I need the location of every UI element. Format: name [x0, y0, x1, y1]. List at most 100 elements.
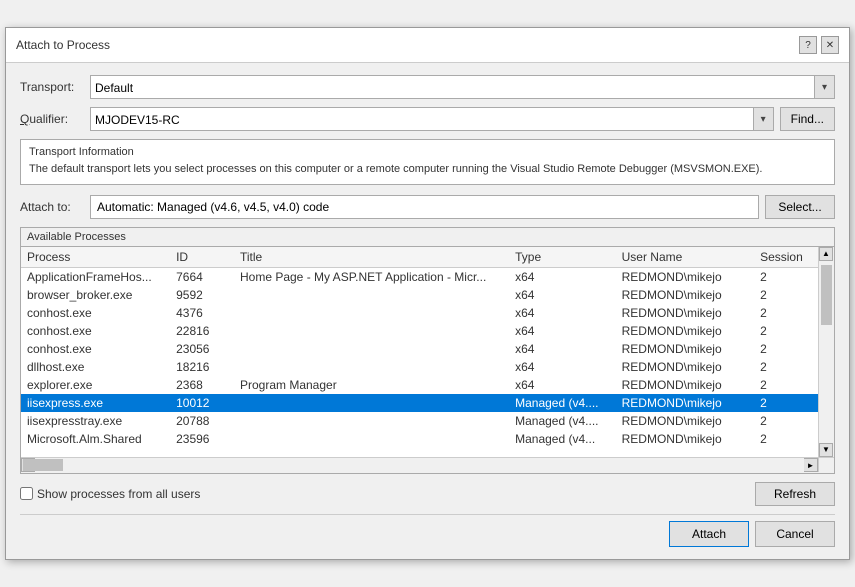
- cancel-button[interactable]: Cancel: [755, 521, 835, 547]
- process-cell: explorer.exe: [21, 376, 170, 394]
- table-row[interactable]: conhost.exe22816x64REDMOND\mikejo2: [21, 322, 818, 340]
- id-cell: 7664: [170, 267, 234, 286]
- process-cell: conhost.exe: [21, 322, 170, 340]
- col-header-title: Title: [234, 247, 509, 268]
- process-cell: iisexpresstray.exe: [21, 412, 170, 430]
- table-row[interactable]: dllhost.exe18216x64REDMOND\mikejo2: [21, 358, 818, 376]
- dialog-content: Transport: Default Qualifier: MJODEV15-R…: [6, 63, 849, 558]
- attach-to-row: Attach to: Select...: [20, 195, 835, 219]
- attach-to-process-dialog: Attach to Process ? ✕ Transport: Default…: [5, 27, 850, 559]
- process-cell: ApplicationFrameHos...: [21, 267, 170, 286]
- available-processes-title: Available Processes: [21, 228, 834, 247]
- col-header-username: User Name: [616, 247, 754, 268]
- table-row[interactable]: explorer.exe2368Program Managerx64REDMON…: [21, 376, 818, 394]
- qualifier-dropdown-arrow[interactable]: [753, 108, 773, 130]
- session-cell: 2: [754, 394, 818, 412]
- attach-to-input[interactable]: [90, 195, 759, 219]
- table-row[interactable]: ApplicationFrameHos...7664Home Page - My…: [21, 267, 818, 286]
- hscroll-thumb[interactable]: [23, 459, 63, 471]
- username-cell: REDMOND\mikejo: [616, 376, 754, 394]
- username-cell: REDMOND\mikejo: [616, 267, 754, 286]
- type-cell: Managed (v4....: [509, 412, 616, 430]
- type-cell: Managed (v4....: [509, 394, 616, 412]
- username-cell: REDMOND\mikejo: [616, 430, 754, 448]
- id-cell: 9592: [170, 286, 234, 304]
- session-cell: 2: [754, 340, 818, 358]
- title-cell: [234, 340, 509, 358]
- table-row[interactable]: Microsoft.Alm.Shared23596 Managed (v4...R…: [21, 430, 818, 448]
- transport-info-title: Transport Information: [29, 146, 826, 158]
- help-button[interactable]: ?: [799, 36, 817, 54]
- id-cell: 4376: [170, 304, 234, 322]
- type-cell: x64: [509, 267, 616, 286]
- attach-button[interactable]: Attach: [669, 521, 749, 547]
- show-all-users-text: Show processes from all users: [37, 487, 200, 501]
- id-cell: 10012: [170, 394, 234, 412]
- process-cell: conhost.exe: [21, 340, 170, 358]
- session-cell: 2: [754, 322, 818, 340]
- process-cell: iisexpress.exe: [21, 394, 170, 412]
- transport-info-box: Transport Information The default transp…: [20, 139, 835, 184]
- transport-info-text: The default transport lets you select pr…: [29, 162, 826, 177]
- table-row[interactable]: browser_broker.exe9592x64REDMOND\mikejo2: [21, 286, 818, 304]
- username-cell: REDMOND\mikejo: [616, 358, 754, 376]
- close-button[interactable]: ✕: [821, 36, 839, 54]
- col-header-type: Type: [509, 247, 616, 268]
- transport-dropdown-arrow[interactable]: [814, 76, 834, 98]
- type-cell: Managed (v4...: [509, 430, 616, 448]
- id-cell: 23596: [170, 430, 234, 448]
- attach-to-label: Attach to:: [20, 200, 90, 214]
- session-cell: 2: [754, 304, 818, 322]
- refresh-button[interactable]: Refresh: [755, 482, 835, 506]
- process-cell: browser_broker.exe: [21, 286, 170, 304]
- show-all-users-label[interactable]: Show processes from all users: [20, 487, 200, 501]
- show-all-users-checkbox[interactable]: [20, 487, 33, 500]
- table-row[interactable]: iisexpresstray.exe20788 Managed (v4....RE…: [21, 412, 818, 430]
- vertical-scrollbar[interactable]: ▲ ▼: [818, 247, 834, 457]
- session-cell: 2: [754, 286, 818, 304]
- process-table-body: ApplicationFrameHos...7664Home Page - My…: [21, 267, 818, 448]
- title-bar: Attach to Process ? ✕: [6, 28, 849, 63]
- qualifier-combo[interactable]: MJODEV15-RC: [90, 107, 774, 131]
- table-row[interactable]: iisexpress.exe10012 Managed (v4....REDMON…: [21, 394, 818, 412]
- transport-row: Transport: Default: [20, 75, 835, 99]
- type-cell: x64: [509, 340, 616, 358]
- id-cell: 20788: [170, 412, 234, 430]
- transport-label: Transport:: [20, 80, 90, 94]
- horizontal-scrollbar[interactable]: ◄ ►: [21, 457, 834, 473]
- col-header-session: Session: [754, 247, 818, 268]
- type-cell: x64: [509, 286, 616, 304]
- username-cell: REDMOND\mikejo: [616, 394, 754, 412]
- session-cell: 2: [754, 430, 818, 448]
- title-cell: [234, 358, 509, 376]
- transport-value: Default: [91, 76, 814, 98]
- title-cell: Program Manager: [234, 376, 509, 394]
- scroll-thumb[interactable]: [821, 265, 832, 325]
- username-cell: REDMOND\mikejo: [616, 340, 754, 358]
- username-cell: REDMOND\mikejo: [616, 304, 754, 322]
- title-cell: [234, 394, 509, 412]
- title-cell: [234, 322, 509, 340]
- qualifier-label: Qualifier:: [20, 112, 90, 126]
- type-cell: x64: [509, 376, 616, 394]
- type-cell: x64: [509, 358, 616, 376]
- qualifier-value: MJODEV15-RC: [91, 108, 753, 130]
- id-cell: 22816: [170, 322, 234, 340]
- session-cell: 2: [754, 376, 818, 394]
- title-cell: [234, 286, 509, 304]
- col-header-id: ID: [170, 247, 234, 268]
- title-cell: [234, 304, 509, 322]
- table-row[interactable]: conhost.exe23056x64REDMOND\mikejo2: [21, 340, 818, 358]
- process-cell: dllhost.exe: [21, 358, 170, 376]
- process-table: Process ID Title Type User Name Session …: [21, 247, 818, 448]
- select-button[interactable]: Select...: [765, 195, 835, 219]
- available-processes-group: Available Processes Process ID Title Typ…: [20, 227, 835, 474]
- col-header-process: Process: [21, 247, 170, 268]
- table-row[interactable]: conhost.exe4376x64REDMOND\mikejo2: [21, 304, 818, 322]
- title-cell: Home Page - My ASP.NET Application - Mic…: [234, 267, 509, 286]
- transport-combo[interactable]: Default: [90, 75, 835, 99]
- find-button[interactable]: Find...: [780, 107, 835, 131]
- username-cell: REDMOND\mikejo: [616, 412, 754, 430]
- id-cell: 2368: [170, 376, 234, 394]
- process-cell: Microsoft.Alm.Shared: [21, 430, 170, 448]
